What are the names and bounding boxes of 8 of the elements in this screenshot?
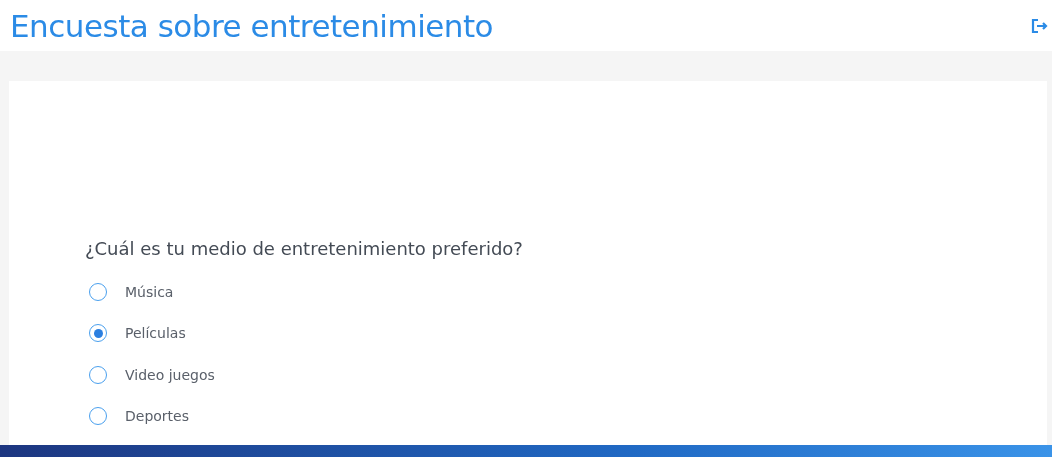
option-label[interactable]: Música — [125, 283, 174, 300]
option-label[interactable]: Video juegos — [125, 366, 215, 383]
page-title: Encuesta sobre entretenimiento — [10, 7, 494, 44]
logout-button[interactable] — [1030, 16, 1048, 35]
option-label[interactable]: Deportes — [125, 408, 189, 425]
question-text: ¿Cuál es tu medio de entretenimiento preferido? — [85, 238, 524, 259]
logout-icon — [1030, 16, 1048, 35]
option-label[interactable]: Películas — [125, 325, 186, 342]
